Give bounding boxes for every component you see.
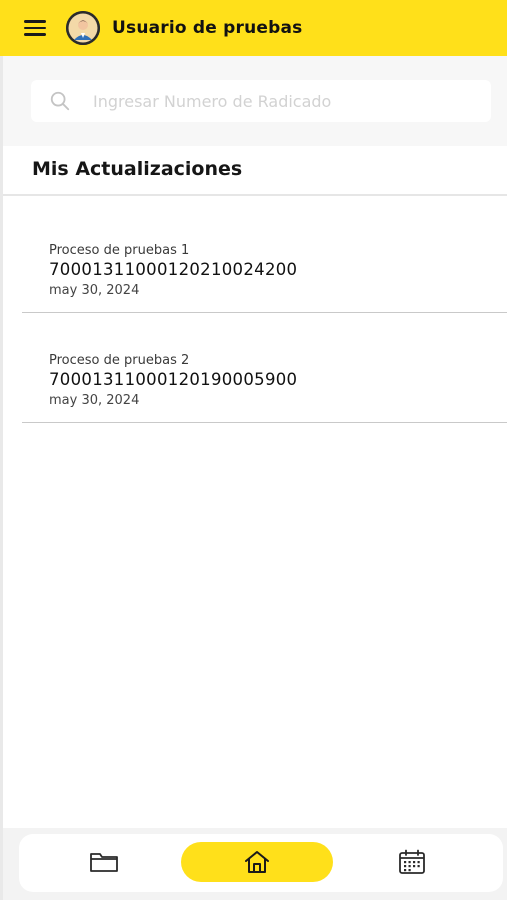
- update-date: may 30, 2024: [49, 393, 140, 408]
- folder-icon: [90, 853, 118, 872]
- process-label: Proceso de pruebas 1: [49, 243, 190, 258]
- nav-calendar-button[interactable]: [387, 842, 437, 882]
- search-area: [3, 56, 507, 146]
- search-icon: [50, 91, 70, 111]
- nav-home-button[interactable]: [181, 842, 333, 882]
- radicado-number: 70001311000120210024200: [49, 260, 298, 279]
- left-edge: [0, 56, 3, 900]
- menu-icon[interactable]: [24, 18, 48, 38]
- section-divider: [3, 194, 507, 196]
- top-app-bar: Usuario de pruebas: [0, 0, 507, 56]
- list-item[interactable]: Proceso de pruebas 1 7000131100012021002…: [22, 205, 507, 313]
- bottom-navigation: [19, 834, 503, 892]
- search-box[interactable]: [31, 80, 491, 122]
- nav-folder-button[interactable]: [79, 842, 129, 882]
- search-input[interactable]: [91, 90, 475, 112]
- app-screen: Usuario de pruebas Mis Actualizaciones P…: [0, 0, 507, 900]
- user-avatar-icon[interactable]: [66, 11, 100, 45]
- page-title: Usuario de pruebas: [112, 18, 303, 38]
- calendar-icon: [399, 849, 425, 874]
- list-item[interactable]: Proceso de pruebas 2 7000131100012019000…: [22, 315, 507, 423]
- section-title: Mis Actualizaciones: [32, 158, 243, 180]
- bottom-area: [3, 828, 507, 900]
- process-label: Proceso de pruebas 2: [49, 353, 190, 368]
- radicado-number: 70001311000120190005900: [49, 370, 298, 389]
- home-icon: [245, 851, 269, 873]
- update-date: may 30, 2024: [49, 283, 140, 298]
